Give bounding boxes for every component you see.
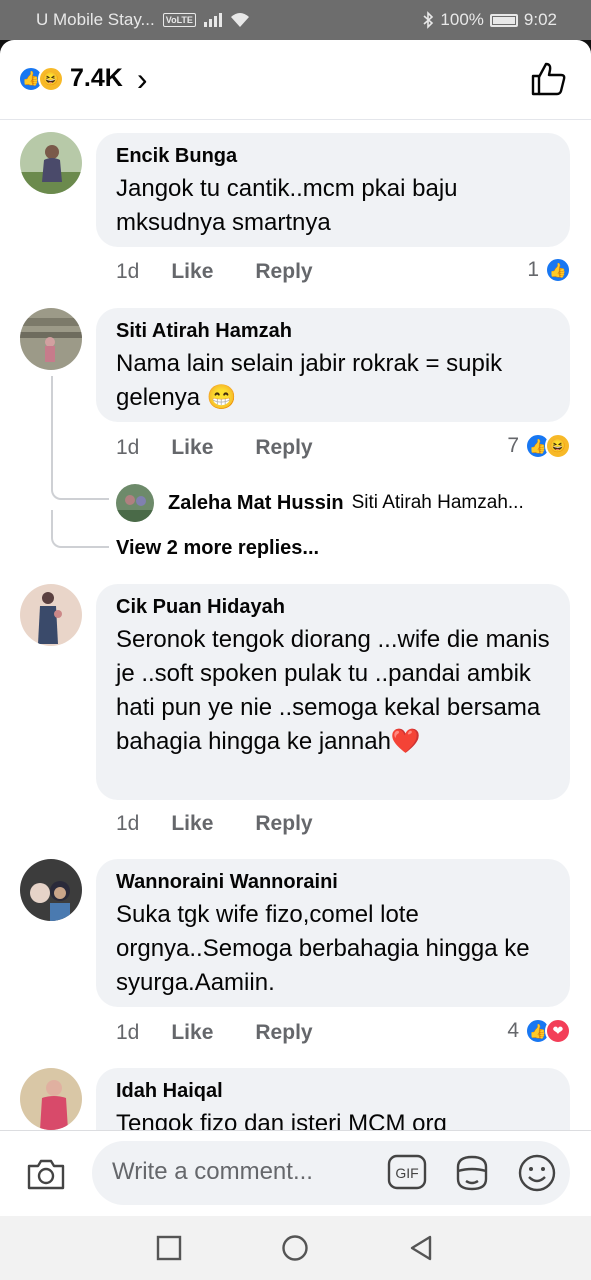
reaction-count: 7 — [507, 434, 519, 457]
comment-input[interactable] — [112, 1155, 372, 1189]
emoji-icon[interactable] — [517, 1153, 557, 1193]
view-more-replies-button[interactable]: View 2 more replies... — [116, 537, 319, 560]
chevron-right-icon: › — [136, 60, 148, 97]
reply-button[interactable]: Reply — [255, 436, 312, 460]
reply-button[interactable]: Reply — [255, 1021, 312, 1045]
haha-icon: 😆 — [38, 65, 64, 92]
status-bar: U Mobile Stay... VoLTE 100% 9:02 — [0, 0, 591, 40]
commenter-name[interactable]: Wannoraini Wannoraini — [116, 871, 550, 894]
thread-connector — [51, 510, 109, 548]
comment-text: Nama lain selain jabir rokrak = supik ge… — [116, 350, 503, 411]
wifi-icon — [230, 13, 249, 27]
comment-actions: 1d Like Reply — [116, 1021, 313, 1045]
commenter-name[interactable]: Encik Bunga — [116, 145, 550, 168]
haha-icon: 😆 — [545, 433, 571, 459]
bluetooth-icon — [423, 11, 434, 29]
reply-author-name[interactable]: Zaleha Mat Hussin — [168, 492, 344, 515]
comment-actions: 1d Like Reply — [116, 812, 313, 836]
comment-reactions[interactable]: 4 👍 ❤ — [507, 1018, 571, 1044]
comment-reactions[interactable]: 7 👍 😆 — [507, 433, 571, 459]
like-icon: 👍 — [545, 257, 571, 283]
system-nav-bar — [0, 1216, 591, 1280]
reply-preview[interactable]: Zaleha Mat Hussin Siti Atirah Hamzah... — [116, 484, 524, 522]
volte-badge: VoLTE — [162, 13, 196, 27]
avatar[interactable] — [20, 859, 82, 921]
comment-text: Seronok tengok diorang ...wife die manis… — [116, 626, 550, 755]
recents-icon[interactable] — [155, 1234, 183, 1262]
comment-input-pill[interactable]: GIF — [92, 1141, 570, 1205]
like-button[interactable]: Like — [171, 1021, 213, 1045]
signal-icon — [203, 13, 222, 27]
comment-bubble[interactable]: Encik Bunga Jangok tu cantik..mcm pkai b… — [96, 133, 570, 247]
comments-sheet: 👍 😆 7.4K › Encik Bunga Jangok tu cantik.… — [0, 40, 591, 1280]
home-icon[interactable] — [281, 1234, 309, 1262]
comment-time[interactable]: 1d — [116, 1021, 139, 1045]
commenter-name[interactable]: Siti Atirah Hamzah — [116, 320, 550, 343]
battery-icon — [489, 13, 518, 27]
comment-text: Suka tgk wife fizo,comel lote orgnya..Se… — [116, 901, 530, 996]
comment-actions: 1d Like Reply — [116, 436, 313, 460]
reactions-header: 👍 😆 7.4K › — [0, 40, 591, 120]
back-icon[interactable] — [407, 1234, 435, 1262]
like-post-button[interactable] — [529, 60, 567, 98]
avatar[interactable] — [116, 484, 154, 522]
thread-line — [51, 376, 53, 484]
love-icon: ❤ — [545, 1018, 571, 1044]
like-button[interactable]: Like — [171, 812, 213, 836]
comment-bubble[interactable]: Wannoraini Wannoraini Suka tgk wife fizo… — [96, 859, 570, 1007]
comment-bubble[interactable]: Siti Atirah Hamzah Nama lain selain jabi… — [96, 308, 570, 422]
like-button[interactable]: Like — [171, 260, 213, 284]
comment-bubble[interactable]: Cik Puan Hidayah Seronok tengok diorang … — [96, 584, 570, 800]
clock: 9:02 — [523, 10, 557, 29]
carrier-name: U Mobile Stay... — [36, 10, 155, 29]
comment-time[interactable]: 1d — [116, 436, 139, 460]
battery-percent: 100% — [440, 10, 484, 29]
comment-reactions[interactable]: 1 👍 — [527, 257, 571, 283]
avatar[interactable] — [20, 1068, 82, 1130]
thread-connector — [51, 470, 109, 500]
camera-icon[interactable] — [26, 1157, 66, 1191]
reply-button[interactable]: Reply — [255, 260, 312, 284]
comment-actions: 1d Like Reply — [116, 260, 313, 284]
reaction-count: 1 — [527, 258, 539, 281]
comment-text: Jangok tu cantik..mcm pkai baju mksudnya… — [116, 175, 458, 236]
comment-composer: GIF — [0, 1130, 591, 1216]
reply-snippet: Siti Atirah Hamzah... — [351, 492, 524, 513]
reaction-count: 4 — [507, 1019, 519, 1042]
reaction-summary[interactable]: 👍 😆 7.4K › — [18, 60, 148, 97]
avatar[interactable] — [20, 584, 82, 646]
comment-time[interactable]: 1d — [116, 260, 139, 284]
gif-label: GIF — [395, 1165, 418, 1181]
sticker-icon[interactable] — [452, 1153, 492, 1193]
reply-button[interactable]: Reply — [255, 812, 312, 836]
comment-time[interactable]: 1d — [116, 812, 139, 836]
commenter-name[interactable]: Cik Puan Hidayah — [116, 596, 550, 619]
commenter-name[interactable]: Idah Haiqal — [116, 1080, 550, 1103]
gif-icon[interactable]: GIF — [387, 1154, 427, 1190]
avatar[interactable] — [20, 308, 82, 370]
avatar[interactable] — [20, 132, 82, 194]
reaction-count: 7.4K — [70, 64, 123, 92]
like-button[interactable]: Like — [171, 436, 213, 460]
